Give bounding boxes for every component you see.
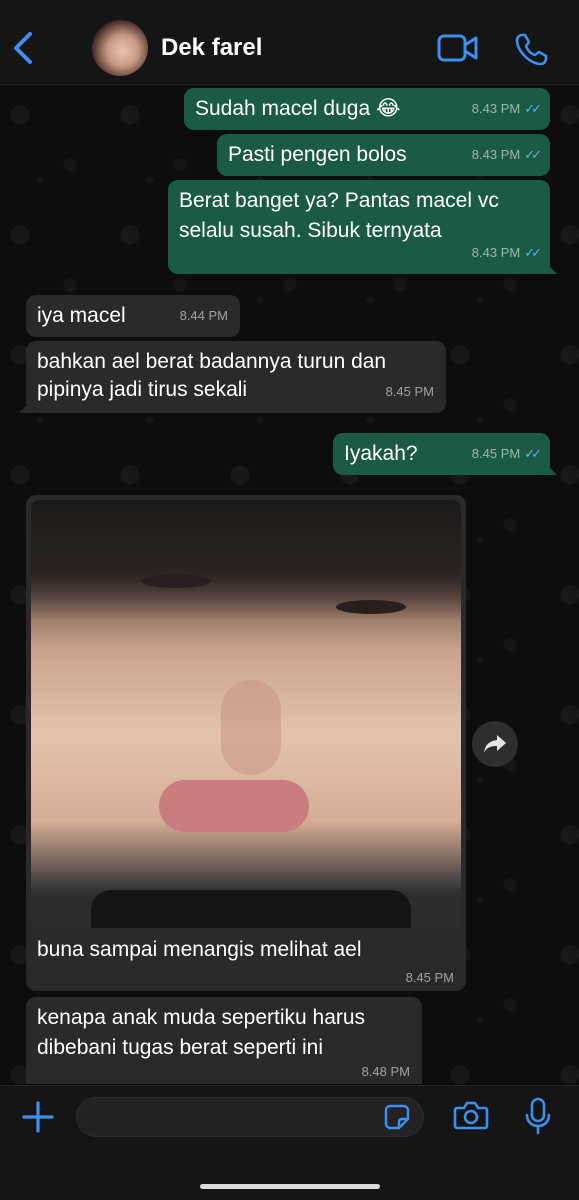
- message-composer: [0, 1085, 579, 1200]
- photo-nose: [221, 680, 281, 775]
- camera-icon: [453, 1101, 489, 1130]
- sticker-icon: [384, 1104, 410, 1130]
- message-time: 8.45 PM: [471, 446, 521, 461]
- message-text: dibebani tugas berat seperti ini: [37, 1036, 324, 1059]
- message-meta: 8.45 PM: [406, 970, 454, 985]
- message-text: bahkan ael berat badannya turun dan: [37, 350, 387, 373]
- read-ticks-icon: ✓✓: [524, 101, 542, 116]
- phone-icon: [515, 33, 548, 66]
- attach-button[interactable]: [20, 1099, 56, 1135]
- message-text: Iyakah?: [344, 442, 418, 465]
- plus-icon: [22, 1101, 54, 1133]
- voice-call-button[interactable]: [514, 31, 550, 67]
- message-time: 8.44 PM: [179, 308, 228, 323]
- chat-header: Dek farel: [0, 0, 579, 85]
- chat-area[interactable]: Sudah macel duga 😂 8.43 PM ✓✓ Pasti peng…: [0, 85, 579, 1084]
- message-time: 8.43 PM: [471, 101, 521, 116]
- camera-button[interactable]: [453, 1099, 489, 1131]
- message-bubble-outgoing[interactable]: Berat banget ya? Pantas macel vc selalu …: [168, 180, 557, 274]
- read-ticks-icon: ✓✓: [524, 245, 542, 260]
- bubble-tail: [543, 461, 557, 475]
- forward-button[interactable]: [472, 721, 518, 767]
- photo-shirt: [91, 890, 411, 928]
- image-caption: buna sampai menangis melihat ael: [37, 938, 362, 961]
- microphone-icon: [525, 1097, 551, 1135]
- message-meta: 8.45 PM ✓✓: [471, 439, 542, 469]
- image-message-bubble[interactable]: buna sampai menangis melihat ael 8.45 PM: [26, 495, 466, 991]
- home-indicator: [200, 1184, 380, 1189]
- message-meta: 8.43 PM ✓✓: [471, 94, 542, 124]
- read-ticks-icon: ✓✓: [524, 147, 542, 162]
- message-text: Pasti pengen bolos: [228, 143, 407, 166]
- back-button[interactable]: [8, 28, 40, 68]
- message-meta: 8.43 PM ✓✓: [471, 140, 542, 170]
- bubble-tail: [19, 399, 33, 413]
- shared-photo[interactable]: [31, 500, 461, 928]
- read-ticks-icon: ✓✓: [524, 446, 542, 461]
- message-time: 8.45 PM: [385, 384, 434, 399]
- message-text: iya macel: [37, 304, 126, 327]
- message-meta: 8.48 PM: [362, 1057, 410, 1084]
- message-meta: 8.44 PM: [180, 301, 228, 331]
- video-camera-icon: [437, 34, 478, 62]
- message-text: kenapa anak muda sepertiku harus: [37, 1006, 366, 1029]
- photo-eye-right: [336, 600, 406, 614]
- contact-name[interactable]: Dek farel: [161, 34, 262, 62]
- message-text: Sudah macel duga 😂: [195, 97, 401, 120]
- video-call-button[interactable]: [437, 33, 479, 63]
- message-bubble-incoming[interactable]: iya macel 8.44 PM: [26, 295, 240, 337]
- forward-arrow-icon: [484, 735, 506, 753]
- contact-avatar[interactable]: [92, 20, 148, 76]
- bubble-tail: [543, 260, 557, 274]
- message-meta: 8.45 PM: [386, 377, 434, 407]
- message-bubble-outgoing[interactable]: Iyakah? 8.45 PM ✓✓: [333, 433, 557, 475]
- message-text: Berat banget ya? Pantas macel vc: [179, 189, 499, 212]
- message-time: 8.45 PM: [405, 970, 454, 985]
- message-bubble-incoming[interactable]: kenapa anak muda sepertiku harus dibeban…: [26, 997, 422, 1084]
- message-bubble-outgoing[interactable]: Pasti pengen bolos 8.43 PM ✓✓: [217, 134, 550, 176]
- message-bubble-incoming[interactable]: bahkan ael berat badannya turun dan pipi…: [19, 341, 446, 413]
- sticker-button[interactable]: [384, 1104, 410, 1130]
- photo-lips: [159, 780, 309, 832]
- message-text: pipinya jadi tirus sekali: [37, 378, 248, 401]
- message-bubble-outgoing[interactable]: Sudah macel duga 😂 8.43 PM ✓✓: [184, 88, 550, 130]
- message-time: 8.43 PM: [471, 147, 521, 162]
- photo-eye-left: [141, 574, 211, 588]
- message-time: 8.48 PM: [361, 1064, 410, 1079]
- microphone-button[interactable]: [525, 1097, 551, 1135]
- message-meta: 8.43 PM ✓✓: [471, 238, 542, 268]
- message-text: selalu susah. Sibuk ternyata: [179, 219, 442, 242]
- chevron-left-icon: [14, 32, 32, 64]
- message-input[interactable]: [76, 1097, 424, 1137]
- message-time: 8.43 PM: [471, 245, 521, 260]
